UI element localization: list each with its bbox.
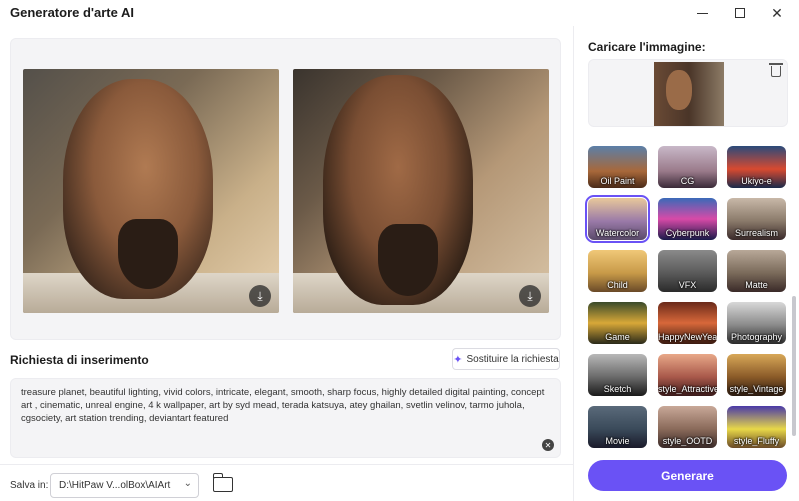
result-image-1[interactable]: ⤓	[23, 69, 279, 313]
side-panel: Caricare l'immagine: Oil Paint CG Ukiyo-e W…	[573, 26, 799, 501]
close-button[interactable]: ✕	[766, 3, 788, 23]
save-bar: Salva in: D:\HitPaw V...olBox\AIArt ⌄	[0, 464, 573, 501]
style-label: HappyNewYear	[658, 332, 717, 342]
style-tile[interactable]: Oil Paint	[588, 146, 647, 188]
minimize-button[interactable]	[691, 3, 713, 23]
generate-button[interactable]: Generare	[588, 460, 787, 491]
portrait-illustration	[23, 69, 279, 313]
upload-title: Caricare l'immagine:	[588, 40, 706, 54]
save-label: Salva in:	[10, 480, 49, 491]
sparkle-icon: ✦	[453, 353, 463, 366]
folder-icon[interactable]	[212, 473, 233, 492]
style-tile[interactable]: HappyNewYear	[658, 302, 717, 344]
clear-icon[interactable]: ✕	[542, 439, 554, 451]
style-tile[interactable]: style_Attractive	[658, 354, 717, 396]
maximize-icon	[735, 8, 745, 18]
save-path-value: D:\HitPaw V...olBox\AIArt	[59, 480, 171, 491]
style-tile[interactable]: style_OOTD	[658, 406, 717, 448]
style-label: Surrealism	[734, 228, 778, 238]
replace-prompt-label: Sostituire la richiesta	[466, 353, 559, 365]
trash-icon[interactable]	[769, 63, 783, 77]
download-icon: ⤓	[257, 288, 263, 303]
style-label: Sketch	[603, 384, 632, 394]
style-label: Photography	[730, 332, 783, 342]
download-icon: ⤓	[527, 288, 533, 303]
style-tile[interactable]: CG	[658, 146, 717, 188]
minimize-icon	[696, 12, 708, 14]
result-image-2[interactable]: ⤓	[293, 69, 549, 313]
style-label: Game	[605, 332, 630, 342]
style-tile[interactable]: Ukiyo-e	[727, 146, 786, 188]
download-button[interactable]: ⤓	[249, 285, 271, 307]
style-tile[interactable]: Surrealism	[727, 198, 786, 240]
save-path-select[interactable]: D:\HitPaw V...olBox\AIArt ⌄	[50, 473, 199, 498]
style-grid: Oil Paint CG Ukiyo-e Watercolor Cyberpunk Sur…	[585, 146, 793, 448]
style-tile[interactable]: VFX	[658, 250, 717, 292]
main-panel: ⤓ ⤓ Richiesta di inserimento ✦ Sostituir…	[0, 26, 573, 501]
prompt-text: treasure planet, beautiful lighting, viv…	[21, 387, 545, 424]
title-bar: Generatore d'arte AI ✕	[0, 0, 799, 26]
style-tile[interactable]: Sketch	[588, 354, 647, 396]
style-tile[interactable]: Watercolor	[585, 195, 650, 243]
style-tile[interactable]: Cyberpunk	[658, 198, 717, 240]
uploaded-image-thumbnail	[654, 62, 724, 126]
chevron-down-icon: ⌄	[183, 478, 192, 489]
app-title: Generatore d'arte AI	[10, 5, 134, 20]
preview-area: ⤓ ⤓	[10, 38, 561, 340]
style-label: Cyberpunk	[665, 228, 710, 238]
prompt-title: Richiesta di inserimento	[10, 353, 149, 367]
style-label: VFX	[678, 280, 697, 290]
style-label: Watercolor	[595, 228, 640, 238]
style-label: Child	[607, 280, 628, 290]
style-label: style_OOTD	[662, 436, 713, 446]
style-label: Movie	[605, 436, 630, 446]
prompt-input[interactable]: treasure planet, beautiful lighting, viv…	[10, 378, 561, 458]
portrait-illustration	[293, 69, 549, 313]
style-tile[interactable]: Game	[588, 302, 647, 344]
style-tile[interactable]: style_Fluffy	[727, 406, 786, 448]
style-label: style_Attractive	[658, 384, 717, 394]
style-label: Ukiyo-e	[741, 176, 772, 186]
style-scrollbar[interactable]	[792, 146, 796, 446]
style-label: Matte	[745, 280, 768, 290]
style-label: style_Vintage	[729, 384, 784, 394]
style-tile[interactable]: Child	[588, 250, 647, 292]
maximize-button[interactable]	[729, 3, 751, 23]
style-tile[interactable]: Photography	[727, 302, 786, 344]
style-label: CG	[680, 176, 695, 186]
download-button[interactable]: ⤓	[519, 285, 541, 307]
close-icon: ✕	[771, 4, 783, 21]
style-label: style_Fluffy	[733, 436, 780, 446]
style-tile[interactable]: style_Vintage	[727, 354, 786, 396]
style-tile[interactable]: Movie	[588, 406, 647, 448]
style-tile[interactable]: Matte	[727, 250, 786, 292]
style-label: Oil Paint	[600, 176, 635, 186]
upload-area[interactable]	[588, 59, 788, 127]
replace-prompt-button[interactable]: ✦ Sostituire la richiesta	[452, 348, 560, 370]
